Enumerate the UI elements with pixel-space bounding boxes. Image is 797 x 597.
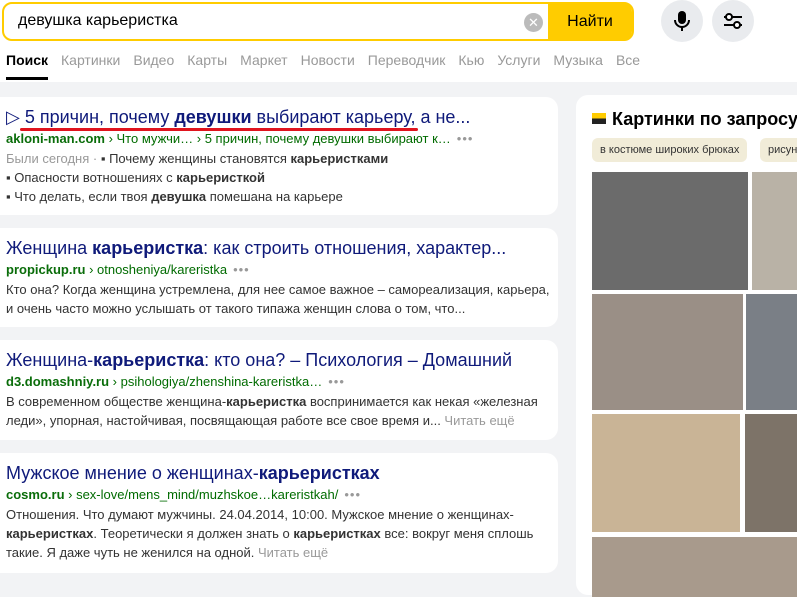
image-chip[interactable]: рисунок	[760, 138, 797, 162]
more-icon[interactable]: •••	[344, 487, 361, 502]
microphone-icon	[674, 11, 690, 31]
result-url[interactable]: cosmo.ru › sex-love/mens_mind/muzhskoe…k…	[6, 487, 552, 502]
search-result: Женщина карьеристка: как строить отношен…	[0, 228, 558, 327]
image-thumbnail[interactable]	[745, 414, 797, 532]
result-url[interactable]: propickup.ru › otnosheniya/kareristka •••	[6, 262, 552, 277]
images-panel: Картинки по запросу в костюме широких бр…	[576, 95, 797, 597]
result-snippet: Отношения. Что думают мужчины. 24.04.201…	[6, 507, 534, 560]
tab-search[interactable]: Поиск	[6, 52, 49, 80]
more-icon[interactable]: •••	[233, 262, 250, 277]
tab-translator[interactable]: Переводчик	[368, 52, 446, 80]
image-thumbnail[interactable]	[592, 294, 743, 410]
filter-button[interactable]	[712, 0, 754, 42]
search-tabs: Поиск Картинки Видео Карты Маркет Новост…	[6, 52, 653, 80]
search-result: Мужское мнение о женщинах-карьеристках c…	[0, 453, 558, 573]
tab-maps[interactable]: Карты	[187, 52, 227, 80]
result-sitelinks: Были сегодня · ▪ Почему женщины становят…	[6, 151, 389, 204]
result-title[interactable]: Мужское мнение о женщинах-карьеристках	[6, 463, 552, 484]
search-result: Женщина-карьеристка: кто она? – Психолог…	[0, 340, 558, 440]
image-thumbnail[interactable]	[592, 537, 797, 597]
search-button[interactable]: Найти	[548, 2, 632, 41]
result-snippet: В современном обществе женщина-карьерист…	[6, 394, 538, 428]
image-thumbnail[interactable]	[746, 294, 797, 410]
images-heading[interactable]: Картинки по запросу	[592, 109, 797, 130]
image-thumbnail[interactable]	[752, 172, 797, 290]
read-more-link[interactable]: Читать ещё	[444, 413, 514, 428]
tab-services[interactable]: Услуги	[497, 52, 540, 80]
tab-news[interactable]: Новости	[301, 52, 355, 80]
read-more-link[interactable]: Читать ещё	[258, 545, 328, 560]
search-result: ▷ 5 причин, почему девушки выбирают карь…	[0, 97, 558, 215]
result-title[interactable]: Женщина карьеристка: как строить отношен…	[6, 238, 552, 259]
tab-music[interactable]: Музыка	[553, 52, 603, 80]
tab-market[interactable]: Маркет	[240, 52, 287, 80]
red-underline-annotation	[20, 128, 418, 131]
search-box[interactable]: ✕ Найти	[2, 2, 634, 41]
sitelink[interactable]: ▪ Что делать, если твоя девушка помешана…	[6, 189, 343, 204]
settings-sliders-icon	[724, 13, 742, 29]
more-icon[interactable]: •••	[457, 131, 474, 146]
result-title[interactable]: ▷ 5 причин, почему девушки выбирают карь…	[6, 107, 552, 128]
search-input[interactable]	[18, 12, 498, 30]
more-icon[interactable]: •••	[328, 374, 345, 389]
result-title[interactable]: Женщина-карьеристка: кто она? – Психолог…	[6, 350, 552, 371]
header: ✕ Найти Поиск Картинки Видео Карты Марке…	[0, 0, 797, 82]
result-url[interactable]: akloni-man.com › Что мужчи… › 5 причин, …	[6, 131, 552, 146]
result-url[interactable]: d3.domashniy.ru › psihologiya/zhenshina-…	[6, 374, 552, 389]
sitelink[interactable]: ▪ Опасности вотношениях с карьеристкой	[6, 170, 265, 185]
tab-all[interactable]: Все	[616, 52, 640, 80]
clear-icon[interactable]: ✕	[524, 13, 543, 32]
sitelink[interactable]: ▪ Почему женщины становятся карьеристкам…	[101, 151, 388, 166]
image-chip[interactable]: в костюме широких брюках	[592, 138, 748, 162]
image-thumbnail[interactable]	[592, 172, 748, 290]
image-thumbnail[interactable]	[592, 414, 740, 532]
microphone-button[interactable]	[661, 0, 703, 42]
tab-images[interactable]: Картинки	[61, 52, 120, 80]
image-icon	[592, 113, 606, 124]
play-icon: ▷	[6, 107, 25, 127]
tab-video[interactable]: Видео	[133, 52, 174, 80]
tab-q[interactable]: Кью	[458, 52, 484, 80]
result-snippet: Кто она? Когда женщина устремлена, для н…	[6, 282, 550, 316]
